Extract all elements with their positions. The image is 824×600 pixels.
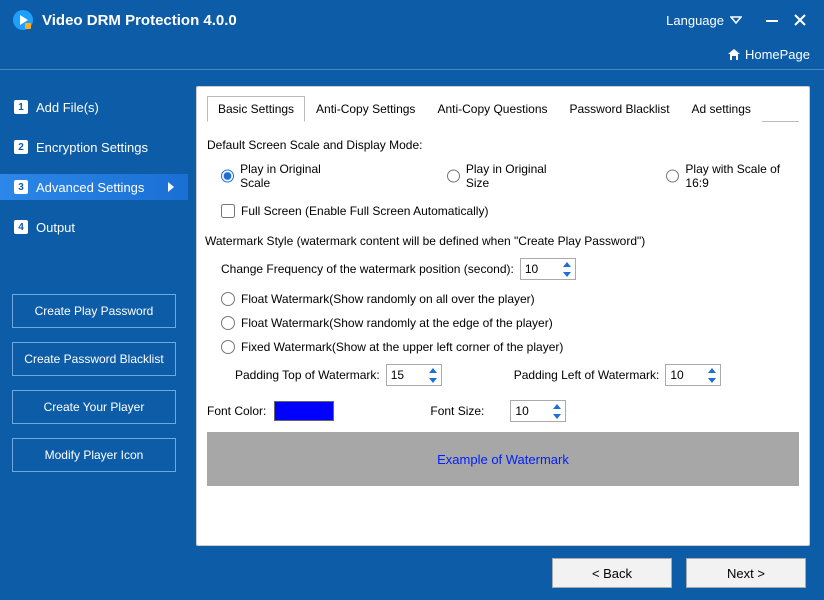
tab-bar: Basic Settings Anti-Copy Settings Anti-C… — [207, 95, 799, 122]
homepage-link[interactable]: HomePage — [727, 47, 810, 62]
spinner-down-icon[interactable] — [425, 375, 441, 385]
checkbox-label: Full Screen (Enable Full Screen Automati… — [241, 204, 488, 218]
radio-input[interactable] — [447, 169, 460, 183]
step-advanced-settings[interactable]: 3 Advanced Settings — [0, 174, 188, 200]
step-label: Add File(s) — [36, 100, 99, 115]
tab-anti-copy-settings[interactable]: Anti-Copy Settings — [305, 96, 426, 122]
create-play-password-button[interactable]: Create Play Password — [12, 294, 176, 328]
radio-label: Fixed Watermark(Show at the upper left c… — [241, 340, 563, 354]
tab-anti-copy-questions[interactable]: Anti-Copy Questions — [426, 96, 558, 122]
modify-player-icon-button[interactable]: Modify Player Icon — [12, 438, 176, 472]
step-label: Output — [36, 220, 75, 235]
step-number: 2 — [14, 140, 28, 154]
step-number: 1 — [14, 100, 28, 114]
spinner-down-icon[interactable] — [704, 375, 720, 385]
pad-left-label: Padding Left of Watermark: — [514, 368, 660, 382]
radio-label: Float Watermark(Show randomly at the edg… — [241, 316, 553, 330]
spinner-up-icon[interactable] — [549, 401, 565, 411]
radio-float-edge[interactable]: Float Watermark(Show randomly at the edg… — [221, 316, 799, 330]
step-add-files[interactable]: 1 Add File(s) — [0, 94, 188, 120]
spinner-up-icon[interactable] — [559, 259, 575, 269]
pad-top-input[interactable] — [387, 368, 423, 382]
watermark-example: Example of Watermark — [207, 432, 799, 486]
tab-password-blacklist[interactable]: Password Blacklist — [559, 96, 681, 122]
radio-original-scale[interactable]: Play in Original Scale — [221, 162, 347, 190]
radio-label: Play with Scale of 16:9 — [685, 162, 799, 190]
step-label: Advanced Settings — [36, 180, 144, 195]
settings-panel: Basic Settings Anti-Copy Settings Anti-C… — [196, 86, 810, 546]
step-number: 4 — [14, 220, 28, 234]
freq-spinner[interactable] — [520, 258, 576, 280]
radio-fixed[interactable]: Fixed Watermark(Show at the upper left c… — [221, 340, 799, 354]
dropdown-icon — [730, 15, 742, 25]
radio-label: Play in Original Scale — [240, 162, 347, 190]
sub-header: HomePage — [0, 40, 824, 70]
scale-mode-heading: Default Screen Scale and Display Mode: — [207, 138, 799, 152]
app-title: Video DRM Protection 4.0.0 — [42, 12, 666, 29]
titlebar: Video DRM Protection 4.0.0 Language — [0, 0, 824, 40]
radio-float-all[interactable]: Float Watermark(Show randomly on all ove… — [221, 292, 799, 306]
step-label: Encryption Settings — [36, 140, 148, 155]
radio-input[interactable] — [666, 169, 679, 183]
step-encryption-settings[interactable]: 2 Encryption Settings — [0, 134, 188, 160]
checkbox-input[interactable] — [221, 204, 235, 218]
spinner-up-icon[interactable] — [704, 365, 720, 375]
pad-left-input[interactable] — [666, 368, 702, 382]
step-output[interactable]: 4 Output — [0, 214, 188, 240]
close-button[interactable] — [788, 10, 812, 30]
back-button[interactable]: < Back — [552, 558, 672, 588]
home-icon — [727, 48, 741, 62]
tab-basic-settings[interactable]: Basic Settings — [207, 96, 305, 122]
language-selector[interactable]: Language — [666, 13, 742, 28]
freq-label: Change Frequency of the watermark positi… — [221, 262, 514, 276]
pad-top-spinner[interactable] — [386, 364, 442, 386]
step-number: 3 — [14, 180, 28, 194]
homepage-label: HomePage — [745, 47, 810, 62]
language-label: Language — [666, 13, 724, 28]
radio-input[interactable] — [221, 340, 235, 354]
radio-scale-169[interactable]: Play with Scale of 16:9 — [666, 162, 799, 190]
font-color-swatch[interactable] — [274, 401, 334, 421]
radio-input[interactable] — [221, 316, 235, 330]
pad-left-spinner[interactable] — [665, 364, 721, 386]
radio-input[interactable] — [221, 292, 235, 306]
create-your-player-button[interactable]: Create Your Player — [12, 390, 176, 424]
radio-label: Play in Original Size — [466, 162, 566, 190]
watermark-heading: Watermark Style (watermark content will … — [205, 234, 799, 248]
create-password-blacklist-button[interactable]: Create Password Blacklist — [12, 342, 176, 376]
spinner-down-icon[interactable] — [549, 411, 565, 421]
freq-input[interactable] — [521, 262, 557, 276]
radio-input[interactable] — [221, 169, 234, 183]
sidebar: 1 Add File(s) 2 Encryption Settings 3 Advan… — [0, 70, 188, 600]
font-color-label: Font Color: — [207, 404, 266, 418]
font-size-spinner[interactable] — [510, 400, 566, 422]
radio-original-size[interactable]: Play in Original Size — [447, 162, 567, 190]
tab-ad-settings[interactable]: Ad settings — [681, 96, 762, 122]
checkbox-fullscreen[interactable]: Full Screen (Enable Full Screen Automati… — [221, 204, 799, 218]
minimize-button[interactable] — [760, 10, 784, 30]
next-button[interactable]: Next > — [686, 558, 806, 588]
app-logo-icon — [12, 9, 34, 31]
radio-label: Float Watermark(Show randomly on all ove… — [241, 292, 535, 306]
spinner-up-icon[interactable] — [425, 365, 441, 375]
pad-top-label: Padding Top of Watermark: — [235, 368, 380, 382]
spinner-down-icon[interactable] — [559, 269, 575, 279]
watermark-example-label: Example of Watermark — [437, 452, 569, 467]
font-size-label: Font Size: — [430, 404, 484, 418]
font-size-input[interactable] — [511, 404, 547, 418]
